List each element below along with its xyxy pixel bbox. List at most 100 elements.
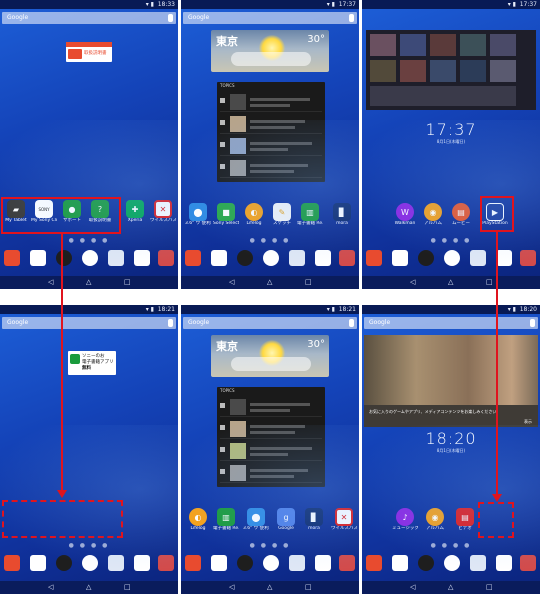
utilities-icon[interactable]: [520, 555, 536, 571]
playstation-banner-widget[interactable]: お気に入りのゲームやアプリ、メディアコンテンツをお楽しみください。 表示: [364, 335, 538, 427]
email-icon[interactable]: [289, 555, 305, 571]
app-album[interactable]: ◉ アルバム: [420, 203, 446, 227]
app-sketch[interactable]: ✎ スケッチ: [269, 203, 295, 227]
clock-widget[interactable]: 17:37 8月1日(木曜日): [362, 120, 540, 145]
checkbox-icon[interactable]: [220, 98, 225, 103]
app-virusbuster[interactable]: ✕ ウイルスバスター: [331, 508, 357, 532]
play-store-icon[interactable]: [30, 555, 46, 571]
play-store-icon[interactable]: [211, 250, 227, 266]
google-search-bar[interactable]: Google: [2, 317, 176, 329]
topic-row[interactable]: [220, 463, 322, 483]
calendar-icon[interactable]: [496, 250, 512, 266]
email-icon[interactable]: [470, 555, 486, 571]
utilities-icon[interactable]: [339, 555, 355, 571]
topic-row[interactable]: [220, 441, 322, 461]
google-search-bar[interactable]: Google: [2, 12, 176, 24]
app-album[interactable]: ◉ アルバム: [422, 508, 448, 532]
app-google[interactable]: g Google: [273, 508, 299, 532]
apps-grid-icon[interactable]: [366, 250, 382, 266]
email-icon[interactable]: [470, 250, 486, 266]
topic-row[interactable]: [220, 136, 322, 156]
recents-icon[interactable]: □: [305, 276, 312, 289]
clock-widget[interactable]: 18:20 8月1日(木曜日): [362, 429, 540, 454]
app-mora[interactable]: ▊ mora: [329, 203, 355, 227]
app-virusbuster[interactable]: ✕ ウイルスバスター: [150, 200, 176, 224]
banner-more-link[interactable]: 表示: [524, 419, 532, 425]
app-drawer-icon[interactable]: [444, 555, 460, 571]
app-xperia[interactable]: ✚ Xperia: [122, 200, 148, 224]
app-maps[interactable]: ⬤ 3.6" ウ 使利株: [243, 508, 269, 532]
weather-widget[interactable]: 東京 30°: [211, 335, 329, 377]
recents-icon[interactable]: □: [124, 581, 131, 594]
calendar-icon[interactable]: [496, 555, 512, 571]
topic-row[interactable]: [220, 92, 322, 112]
checkbox-icon[interactable]: [220, 447, 225, 452]
app-drawer-icon[interactable]: [263, 250, 279, 266]
calendar-icon[interactable]: [315, 555, 331, 571]
app-reader[interactable]: ▥ 電子書籍 Re...: [297, 203, 323, 227]
play-store-icon[interactable]: [211, 555, 227, 571]
media-widget[interactable]: [366, 30, 536, 110]
app-video[interactable]: ▤ ビデオ: [452, 508, 478, 532]
google-search-bar[interactable]: Google: [183, 317, 357, 329]
topic-row[interactable]: [220, 114, 322, 134]
home-icon[interactable]: △: [86, 581, 91, 594]
topic-row[interactable]: [220, 419, 322, 439]
camera-icon[interactable]: [56, 250, 72, 266]
mic-icon[interactable]: [349, 14, 354, 22]
recents-icon[interactable]: □: [486, 276, 493, 289]
google-search-bar[interactable]: Google: [364, 317, 538, 329]
play-store-icon[interactable]: [30, 250, 46, 266]
mic-icon[interactable]: [168, 14, 173, 22]
camera-icon[interactable]: [418, 555, 434, 571]
apps-grid-icon[interactable]: [366, 555, 382, 571]
utilities-icon[interactable]: [158, 555, 174, 571]
home-icon[interactable]: △: [448, 276, 453, 289]
apps-grid-icon[interactable]: [185, 555, 201, 571]
app-drawer-icon[interactable]: [263, 555, 279, 571]
topics-widget[interactable]: TOPICS: [217, 82, 325, 182]
camera-icon[interactable]: [56, 555, 72, 571]
manual-widget[interactable]: 取扱説明書: [66, 42, 112, 62]
play-store-icon[interactable]: [392, 555, 408, 571]
utilities-icon[interactable]: [520, 250, 536, 266]
app-lifelog[interactable]: ◐ Lifelog: [185, 508, 211, 532]
back-icon[interactable]: ◁: [229, 581, 234, 594]
checkbox-icon[interactable]: [220, 469, 225, 474]
checkbox-icon[interactable]: [220, 120, 225, 125]
app-mora[interactable]: ▊ mora: [301, 508, 327, 532]
back-icon[interactable]: ◁: [410, 276, 415, 289]
google-search-bar[interactable]: Google: [183, 12, 357, 24]
checkbox-icon[interactable]: [220, 403, 225, 408]
play-store-icon[interactable]: [392, 250, 408, 266]
back-icon[interactable]: ◁: [410, 581, 415, 594]
topics-widget[interactable]: TOPICS: [217, 387, 325, 487]
app-lifelog[interactable]: ◐ Lifelog: [241, 203, 267, 227]
email-icon[interactable]: [108, 555, 124, 571]
calendar-icon[interactable]: [134, 250, 150, 266]
app-maps[interactable]: ⬤ 3.6" ウ 使利株: [185, 203, 211, 227]
home-icon[interactable]: △: [267, 581, 272, 594]
camera-icon[interactable]: [237, 555, 253, 571]
topic-row[interactable]: [220, 397, 322, 417]
calendar-icon[interactable]: [315, 250, 331, 266]
back-icon[interactable]: ◁: [229, 276, 234, 289]
topic-row[interactable]: [220, 158, 322, 178]
app-reader[interactable]: ▥ 電子書籍 Re...: [213, 508, 239, 532]
calendar-icon[interactable]: [134, 555, 150, 571]
recents-icon[interactable]: □: [124, 276, 131, 289]
apps-grid-icon[interactable]: [4, 250, 20, 266]
home-icon[interactable]: △: [86, 276, 91, 289]
recents-icon[interactable]: □: [305, 581, 312, 594]
home-icon[interactable]: △: [267, 276, 272, 289]
home-icon[interactable]: △: [448, 581, 453, 594]
reader-promo-widget[interactable]: ソニーのお 電子書籍アプリ 無料: [68, 351, 116, 375]
email-icon[interactable]: [289, 250, 305, 266]
camera-icon[interactable]: [237, 250, 253, 266]
email-icon[interactable]: [108, 250, 124, 266]
apps-grid-icon[interactable]: [4, 555, 20, 571]
app-drawer-icon[interactable]: [82, 250, 98, 266]
weather-widget[interactable]: 東京 30°: [211, 30, 329, 72]
camera-icon[interactable]: [418, 250, 434, 266]
utilities-icon[interactable]: [339, 250, 355, 266]
